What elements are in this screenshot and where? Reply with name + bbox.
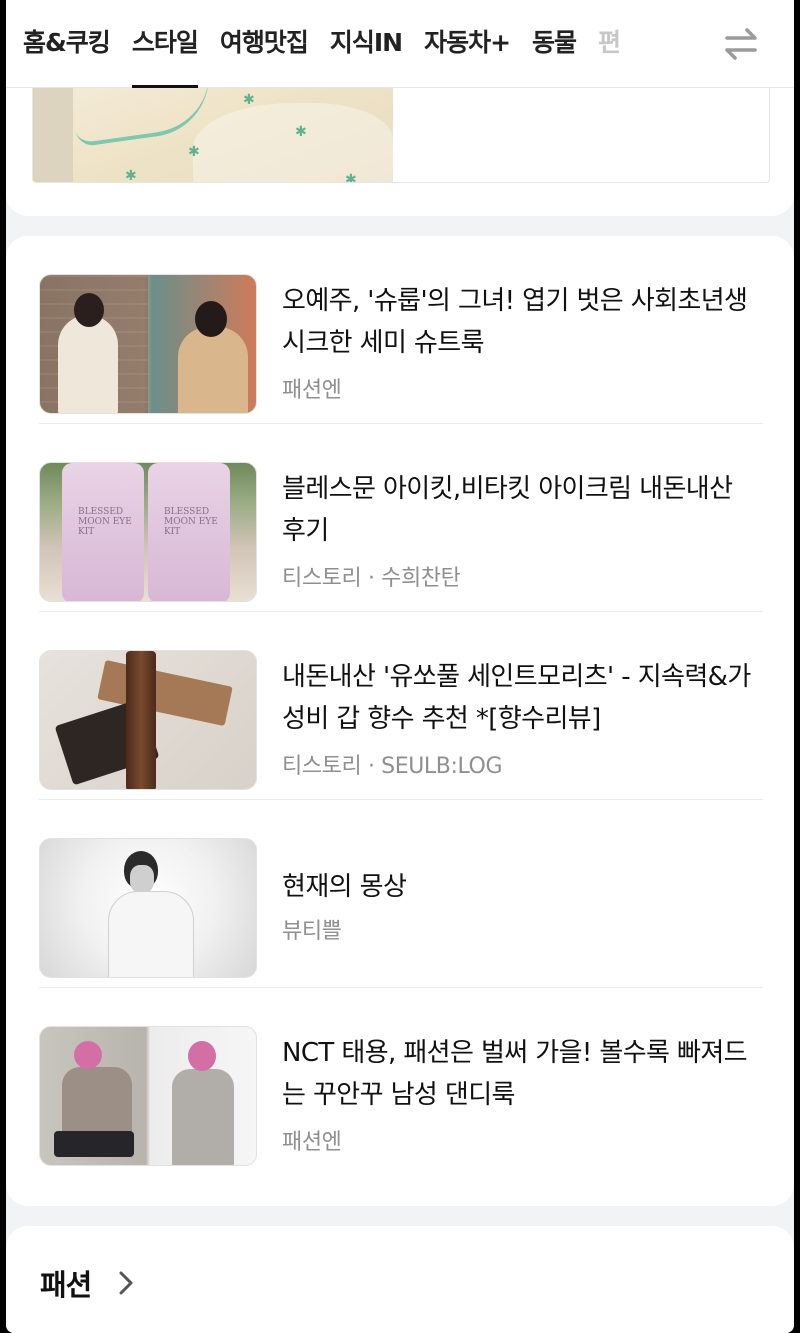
feed-item-title: 현재의 몽상 bbox=[282, 872, 407, 902]
swap-arrows-icon bbox=[725, 28, 757, 60]
tab-fade-overlay bbox=[676, 0, 716, 86]
feed-item-thumbnail bbox=[39, 838, 257, 978]
thumbnail-product-label: BLESSED MOON EYE KIT bbox=[78, 507, 132, 537]
app-screen: 홈&쿠킹 스타일 여행맛집 지식IN 자동차+ 동물 편 ✱ ✱ ✱ ✱ ✱ 오… bbox=[6, 0, 794, 1333]
feed-item-title: 오예주, '슈룹'의 그녀! 엽기 벗은 사회초년생 시크한 세미 슈트룩 bbox=[282, 286, 748, 358]
tab-knowledge-in[interactable]: 지식IN bbox=[319, 0, 413, 88]
previous-card-thumbnail-frame[interactable]: ✱ ✱ ✱ ✱ ✱ bbox=[32, 88, 770, 183]
feed-item-thumbnail: BLESSED MOON EYE KIT BLESSED MOON EYE KI… bbox=[39, 462, 257, 602]
feed-item-thumbnail bbox=[39, 1026, 257, 1166]
tab-car[interactable]: 자동차+ bbox=[413, 0, 521, 88]
feed-item[interactable]: 오예주, '슈룹'의 그녀! 엽기 벗은 사회초년생 시크한 세미 슈트룩 패션… bbox=[39, 236, 763, 424]
feed-item-title: 내돈내산 '유쏘풀 세인트모리츠' - 지속력&가성비 갑 향수 추천 *[향수… bbox=[282, 662, 751, 734]
feed-item[interactable]: BLESSED MOON EYE KIT BLESSED MOON EYE KI… bbox=[39, 424, 763, 612]
tab-more-partial[interactable]: 편 bbox=[587, 0, 631, 88]
fabric-image: ✱ ✱ ✱ ✱ ✱ bbox=[33, 88, 393, 182]
chevron-right-icon[interactable] bbox=[114, 1268, 138, 1298]
swap-arrows-button[interactable] bbox=[718, 22, 764, 66]
tab-list: 홈&쿠킹 스타일 여행맛집 지식IN 자동차+ 동물 편 bbox=[6, 0, 706, 88]
feed-item-title: 블레스문 아이킷,비타킷 아이크림 내돈내산 후기 bbox=[282, 474, 733, 546]
previous-card-partial: ✱ ✱ ✱ ✱ ✱ bbox=[6, 88, 794, 216]
feed-item-source: 티스토리 · SEULB:LOG bbox=[282, 754, 503, 779]
feed-item[interactable]: 현재의 몽상 뷰티쁠 bbox=[39, 800, 763, 988]
tab-animal[interactable]: 동물 bbox=[521, 0, 587, 88]
feed-item-thumbnail bbox=[39, 274, 257, 414]
feed-item-source: 패션엔 bbox=[282, 1130, 342, 1155]
thumbnail-product-label: BLESSED MOON EYE KIT bbox=[164, 507, 218, 537]
style-feed-card: 오예주, '슈룹'의 그녀! 엽기 벗은 사회초년생 시크한 세미 슈트룩 패션… bbox=[6, 236, 794, 1206]
feed-item-title: NCT 태용, 패션은 벌써 가을! 볼수록 빠져드는 꾸안꾸 남성 댄디룩 bbox=[282, 1038, 748, 1110]
feed-item[interactable]: 내돈내산 '유쏘풀 세인트모리츠' - 지속력&가성비 갑 향수 추천 *[향수… bbox=[39, 612, 763, 800]
feed-item-source: 뷰티쁠 bbox=[282, 919, 342, 944]
feed-item-source: 티스토리 · 수희찬탄 bbox=[282, 566, 461, 591]
feed-item[interactable]: NCT 태용, 패션은 벌써 가을! 볼수록 빠져드는 꾸안꾸 남성 댄디룩 패… bbox=[39, 988, 763, 1176]
section-title-link[interactable]: 패션 bbox=[40, 1262, 92, 1304]
tab-home-cooking[interactable]: 홈&쿠킹 bbox=[12, 0, 121, 88]
tab-travel-food[interactable]: 여행맛집 bbox=[209, 0, 319, 88]
tab-style[interactable]: 스타일 bbox=[121, 0, 209, 88]
fashion-section: 패션 bbox=[6, 1226, 794, 1333]
feed-item-source: 패션엔 bbox=[282, 378, 342, 403]
category-tab-bar: 홈&쿠킹 스타일 여행맛집 지식IN 자동차+ 동물 편 bbox=[6, 0, 794, 88]
feed-item-thumbnail bbox=[39, 650, 257, 790]
